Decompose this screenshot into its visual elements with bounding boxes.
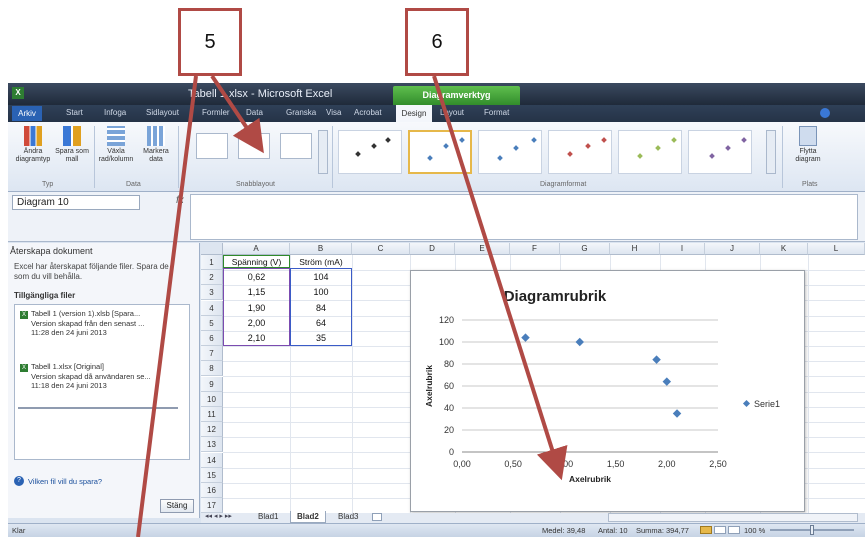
- arrow-6-to-axis-title: [432, 75, 568, 481]
- arrow-5-line: [136, 75, 198, 537]
- arrow-5-to-quick-layout: [210, 74, 264, 154]
- callout-arrows: [136, 74, 568, 537]
